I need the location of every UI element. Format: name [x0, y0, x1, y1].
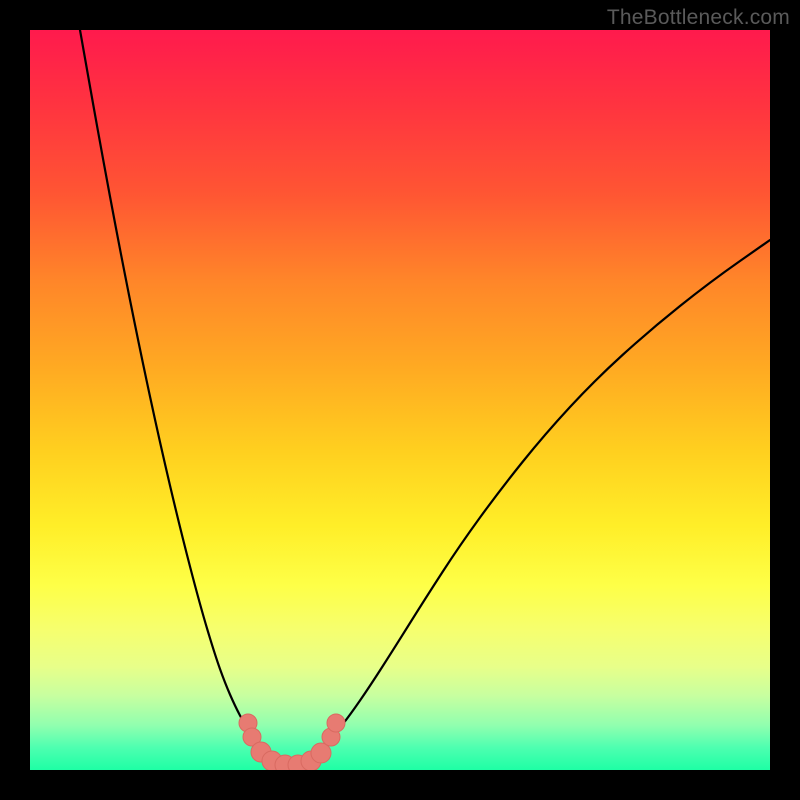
- bottleneck-curve: [30, 30, 770, 770]
- chart-frame: TheBottleneck.com: [0, 0, 800, 800]
- watermark-text: TheBottleneck.com: [607, 6, 790, 30]
- plot-area: [30, 30, 770, 770]
- highlight-dot: [327, 714, 345, 732]
- bottleneck-path: [80, 30, 770, 764]
